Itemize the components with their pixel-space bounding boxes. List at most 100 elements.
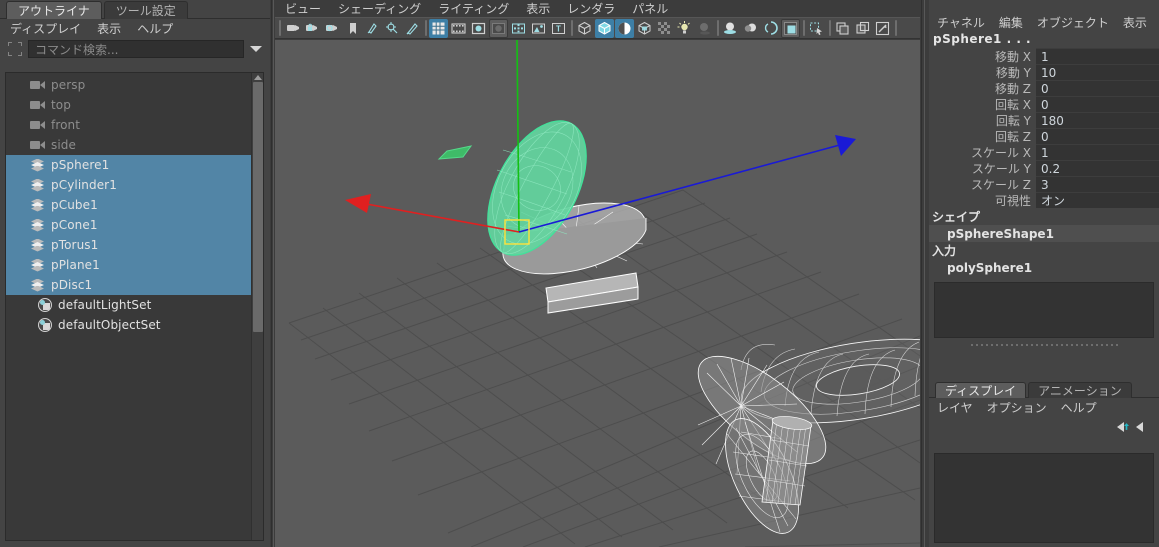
anti-alias-icon[interactable] xyxy=(761,19,780,38)
toolbar-separator xyxy=(423,19,428,37)
menu-help[interactable]: ヘルプ xyxy=(1061,399,1097,416)
viewport-3d-scene[interactable] xyxy=(275,40,920,547)
menu-object[interactable]: オブジェクト xyxy=(1037,14,1109,31)
channel-value-field[interactable]: 1 xyxy=(1036,48,1159,64)
resolution-gate-icon[interactable] xyxy=(469,19,488,38)
layer-move-up-button[interactable] xyxy=(1117,420,1134,433)
menu-view[interactable]: ビュー xyxy=(285,0,321,17)
menu-options[interactable]: オプション xyxy=(987,399,1047,416)
image-plane-icon[interactable] xyxy=(363,19,382,38)
channel-value-field[interactable]: 180 xyxy=(1036,112,1159,128)
outliner-item-defaultobjectset[interactable]: defaultObjectSet xyxy=(6,315,251,335)
layer-list[interactable] xyxy=(934,453,1154,543)
outliner-item-top[interactable]: top xyxy=(6,95,251,115)
channelbox-node-psphereshape1[interactable]: pSphereShape1 xyxy=(929,225,1159,242)
bookmark-icon[interactable] xyxy=(343,19,362,38)
shadows-icon[interactable] xyxy=(695,19,714,38)
camera-icon[interactable] xyxy=(283,19,302,38)
channel-row[interactable]: スケール X 1 xyxy=(929,144,1159,160)
grid-icon[interactable] xyxy=(429,18,448,38)
scrollbar-thumb[interactable] xyxy=(253,82,263,332)
texture-icon[interactable] xyxy=(635,19,654,38)
channel-value-field[interactable]: 3 xyxy=(1036,176,1159,192)
channel-row[interactable]: 回転 X 0 xyxy=(929,96,1159,112)
field-chart-icon[interactable] xyxy=(529,19,548,38)
channel-value-field[interactable]: 0 xyxy=(1036,96,1159,112)
camera-icon xyxy=(30,140,45,150)
scroll-up-arrow-icon[interactable] xyxy=(254,75,262,80)
channel-value-field[interactable]: 10 xyxy=(1036,64,1159,80)
channel-value-field[interactable]: オン xyxy=(1036,192,1159,208)
outliner-item-pdisc1[interactable]: pDisc1 xyxy=(6,275,251,295)
camera-settings-icon[interactable] xyxy=(323,19,342,38)
outliner-item-persp[interactable]: persp xyxy=(6,75,251,95)
outliner-scrollbar[interactable] xyxy=(251,73,263,540)
viewport-fx-icon[interactable] xyxy=(781,18,800,38)
copy-view-icon[interactable] xyxy=(833,19,852,38)
grease-pencil-icon[interactable] xyxy=(403,19,422,38)
channel-row[interactable]: 可視性 オン xyxy=(929,192,1159,208)
outliner-item-side[interactable]: side xyxy=(6,135,251,155)
menu-show[interactable]: 表示 xyxy=(97,20,121,37)
channel-value-field[interactable]: 0 xyxy=(1036,80,1159,96)
two-d-pan-zoom-icon[interactable] xyxy=(383,19,402,38)
channel-row[interactable]: 移動 Z 0 xyxy=(929,80,1159,96)
outliner-item-pcylinder1[interactable]: pCylinder1 xyxy=(6,175,251,195)
menu-layers[interactable]: レイヤ xyxy=(937,399,973,416)
channelbox-section-header: シェイプ xyxy=(932,210,981,224)
channel-row[interactable]: 回転 Z 0 xyxy=(929,128,1159,144)
tab-display-layers[interactable]: ディスプレイ xyxy=(935,382,1027,398)
paste-view-icon[interactable] xyxy=(853,19,872,38)
lighting-icon[interactable] xyxy=(675,19,694,38)
channel-row[interactable]: スケール Y 0.2 xyxy=(929,160,1159,176)
channelbox-node-polysphere1[interactable]: polySphere1 xyxy=(929,259,1159,276)
gate-mask-icon[interactable] xyxy=(489,18,508,38)
film-origin-icon[interactable] xyxy=(509,19,528,38)
outliner-item-pcone1[interactable]: pCone1 xyxy=(6,215,251,235)
menu-lighting[interactable]: ライティング xyxy=(438,0,509,17)
command-search-input[interactable]: コマンド検索... xyxy=(28,40,244,58)
channel-row[interactable]: 移動 X 1 xyxy=(929,48,1159,64)
outliner-item-pcube1[interactable]: pCube1 xyxy=(6,195,251,215)
menu-panels[interactable]: パネル xyxy=(632,0,668,17)
channel-value-field[interactable]: 0.2 xyxy=(1036,160,1159,176)
snapshot-icon[interactable] xyxy=(873,19,892,38)
layer-move-down-button[interactable] xyxy=(1136,420,1153,433)
wireframe-icon[interactable] xyxy=(575,19,594,38)
xray-icon[interactable] xyxy=(655,19,674,38)
smooth-shade-icon[interactable] xyxy=(595,18,614,38)
outliner-item-ptorus1[interactable]: pTorus1 xyxy=(6,235,251,255)
menu-renderer[interactable]: レンダラ xyxy=(567,0,615,17)
motion-blur-icon[interactable] xyxy=(741,19,760,38)
menu-channels[interactable]: チャネル xyxy=(937,14,985,31)
right-splitter[interactable] xyxy=(920,0,929,547)
ao-icon[interactable] xyxy=(721,19,740,38)
shade-wireframe-icon[interactable] xyxy=(615,18,634,38)
chevron-down-icon[interactable] xyxy=(250,46,262,52)
menu-show[interactable]: 表示 xyxy=(1123,14,1147,31)
menu-help[interactable]: ヘルプ xyxy=(137,20,173,37)
safe-title-icon[interactable]: T xyxy=(549,19,568,38)
channel-row[interactable]: 回転 Y 180 xyxy=(929,112,1159,128)
channel-row[interactable]: スケール Z 3 xyxy=(929,176,1159,192)
channel-row[interactable]: 移動 Y 10 xyxy=(929,64,1159,80)
outliner-item-defaultlightset[interactable]: defaultLightSet xyxy=(6,295,251,315)
film-gate-icon[interactable] xyxy=(449,19,468,38)
menu-show[interactable]: 表示 xyxy=(526,0,550,17)
outliner-item-front[interactable]: front xyxy=(6,115,251,135)
outliner-item-psphere1[interactable]: pSphere1 xyxy=(6,155,251,175)
channel-value-field[interactable]: 0 xyxy=(1036,128,1159,144)
menu-edit[interactable]: 編集 xyxy=(999,14,1023,31)
toolbar-separator xyxy=(715,19,720,37)
tab-anim-layers[interactable]: アニメーション xyxy=(1028,382,1132,398)
channel-value-field[interactable]: 1 xyxy=(1036,144,1159,160)
menu-display[interactable]: ディスプレイ xyxy=(10,20,81,37)
tab-tool-settings[interactable]: ツール設定 xyxy=(103,1,188,19)
outliner-list[interactable]: persp top front side pSphere1 pCylinder1 pCube… xyxy=(6,73,251,540)
menu-shading[interactable]: シェーディング xyxy=(338,0,421,17)
panel-splitter-handle[interactable] xyxy=(929,340,1159,349)
tab-outliner[interactable]: アウトライナ xyxy=(6,1,102,19)
outliner-item-pplane1[interactable]: pPlane1 xyxy=(6,255,251,275)
camera-lock-icon[interactable] xyxy=(303,19,322,38)
isolate-select-icon[interactable] xyxy=(807,19,826,38)
